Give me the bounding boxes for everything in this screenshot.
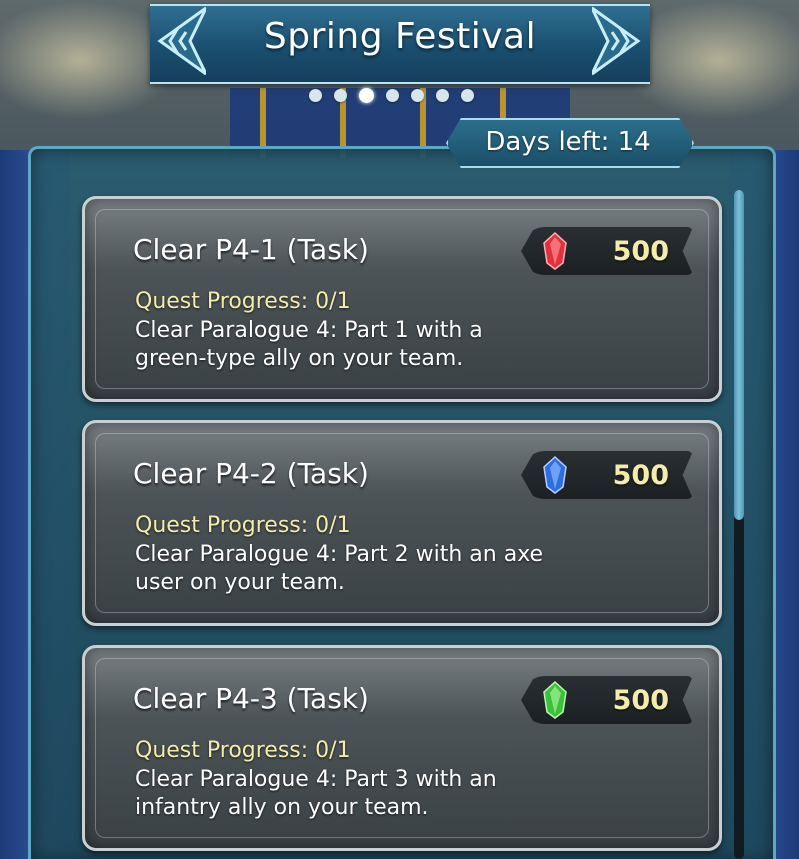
page-dot[interactable] (436, 88, 449, 102)
page-title: Spring Festival (263, 16, 537, 57)
quest-progress: Quest Progress: 0/1 (135, 513, 351, 538)
quest-progress: Quest Progress: 0/1 (135, 289, 351, 314)
reward-badge: 500 (521, 676, 693, 724)
green-orb-icon (543, 680, 567, 719)
reward-badge: 500 (521, 451, 693, 499)
page-dot[interactable] (386, 88, 399, 102)
quest-card[interactable]: Clear P4-1 (Task) Quest Progress: 0/1 Cl… (82, 196, 722, 402)
blue-orb-icon (543, 455, 567, 494)
reward-amount: 500 (612, 460, 669, 491)
page-dot[interactable] (411, 88, 424, 102)
quest-card[interactable]: Clear P4-3 (Task) Quest Progress: 0/1 Cl… (82, 645, 722, 851)
reward-amount: 500 (612, 236, 669, 267)
quest-card[interactable]: Clear P4-2 (Task) Quest Progress: 0/1 Cl… (82, 420, 722, 626)
quest-title: Clear P4-3 (Task) (133, 682, 369, 715)
reward-amount: 500 (612, 685, 669, 716)
quest-screen: Spring Festival Days left: 14 Clear P4-1… (0, 0, 799, 859)
days-left-label: Days left: 14 (485, 127, 651, 157)
page-dot[interactable] (334, 88, 347, 102)
page-dot[interactable] (309, 88, 322, 102)
page-indicator[interactable] (309, 87, 474, 103)
reward-badge: 500 (521, 227, 693, 275)
quest-description: Clear Paralogue 4: Part 3 with an infant… (135, 767, 497, 820)
scrollbar-thumb[interactable] (734, 190, 744, 520)
page-dot-active[interactable] (359, 87, 374, 103)
quest-description: Clear Paralogue 4: Part 2 with an axe us… (135, 542, 544, 595)
quest-progress: Quest Progress: 0/1 (135, 738, 351, 763)
red-orb-icon (543, 231, 567, 270)
quest-description: Clear Paralogue 4: Part 1 with a green-t… (135, 318, 483, 371)
page-dot[interactable] (461, 88, 474, 102)
quest-title: Clear P4-1 (Task) (133, 233, 369, 266)
quest-title: Clear P4-2 (Task) (133, 457, 369, 490)
